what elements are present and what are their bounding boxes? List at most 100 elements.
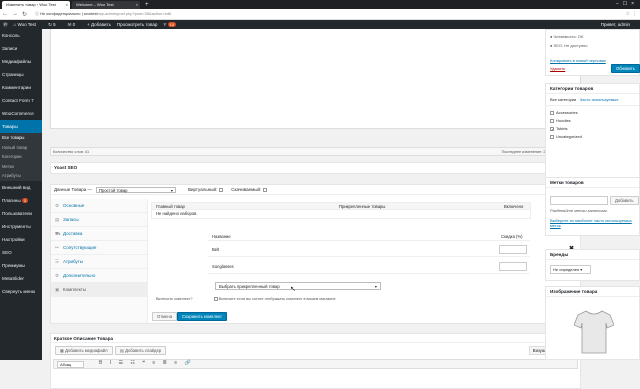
discount-input[interactable] [499, 262, 527, 271]
yoast-icon[interactable]: Y 10 [163, 22, 182, 27]
tab-popular-categories[interactable]: Часто используемые [580, 97, 619, 102]
sidebar-sub-attributes[interactable]: Атрибуты [0, 171, 42, 181]
account-greeting[interactable]: Привет, admin [601, 22, 630, 27]
url-field[interactable]: ⓘ Не конфиденциально | wootest/wp-admin/… [35, 11, 171, 17]
sidebar-item-pages[interactable]: Страницы [0, 68, 42, 81]
product-image-thumbnail[interactable] [574, 309, 614, 355]
back-icon[interactable]: ← [0, 11, 10, 17]
attach-product-select[interactable]: Выбрать прикрепленный товар ▾ [215, 282, 381, 290]
browser-tab-edit-product[interactable]: Изменить товар ‹ Woo Test × [2, 1, 70, 9]
virtual-label: Виртуальный: [188, 187, 218, 192]
truck-icon: ⛟ [55, 231, 61, 236]
category-label: Hoodies [556, 118, 571, 123]
sidebar-sub-tags[interactable]: Метки [0, 162, 42, 172]
seo-text: SEO: Не доступно [553, 43, 588, 48]
sidebar-item-woocommerce[interactable]: WooCommerce [0, 107, 42, 120]
sidebar-item-premium[interactable]: Премиумы [0, 259, 42, 272]
product-data-label: Данные Товара — [54, 187, 93, 192]
tab-label: Изменить товар ‹ Woo Test [6, 2, 56, 7]
sidebar-sub-new-product[interactable]: Новый товар [0, 143, 42, 153]
tab-all-categories[interactable]: Все категории [550, 97, 576, 102]
sidebar-collapse-menu[interactable]: Свернуть меню [0, 285, 42, 298]
wp-logo-icon[interactable]: Ⓦ [3, 22, 8, 28]
copy-draft-link[interactable]: Копировать в новый черновик [550, 58, 606, 63]
add-slider-button[interactable]: ▤ Добавить слайдер [115, 346, 167, 355]
sidebar-item-users[interactable]: Пользователи [0, 207, 42, 220]
formatting-icons[interactable]: B I ☰ ☷ ❝ ≡ ≣ ≡ 🔗 [99, 360, 194, 366]
product-type-select[interactable]: Простой товар ▾ [96, 186, 177, 193]
close-icon[interactable]: × [136, 1, 138, 9]
category-item[interactable]: ✓ Tshirts [546, 125, 639, 133]
word-count-bar: Количество слов: 41 Последнее изменение: … [50, 147, 581, 156]
discount-input[interactable] [499, 245, 527, 254]
sidebar-item-tools[interactable]: Инструменты [0, 220, 42, 233]
category-tabs: Все категории Часто используемые [546, 94, 639, 106]
tab-linked[interactable]: ⚯ Сопутствующие [51, 241, 147, 255]
bundle-items-header: Название Скидка (%) [208, 233, 530, 241]
category-item[interactable]: Accessories [546, 109, 639, 117]
browser-menu-icon[interactable]: ⋮ [632, 11, 637, 17]
yoast-seo-box[interactable]: Yoast SEO▲ [50, 162, 581, 174]
category-checkbox[interactable] [550, 118, 554, 123]
sidebar-item-dashboard[interactable]: Консоль [0, 29, 42, 42]
tab-advanced[interactable]: ⚙ Дополнительно [51, 269, 147, 283]
format-select[interactable]: Абзац [57, 361, 85, 368]
sidebar-item-contact-form[interactable]: Contact Form 7 [0, 94, 42, 107]
category-checkbox-checked[interactable]: ✓ [550, 126, 554, 131]
brand-select[interactable]: Не определен ▾ [550, 265, 592, 274]
forward-icon[interactable]: → [10, 11, 20, 17]
delete-link[interactable]: Удалить [550, 66, 565, 71]
updates-link[interactable]: ↻ 5 [48, 22, 62, 28]
comments-link[interactable]: ✉ 0 [68, 22, 82, 28]
add-tag-button[interactable]: Добавить [610, 196, 639, 205]
col-main-product: Главный товар [156, 204, 185, 209]
virtual-checkbox[interactable] [219, 187, 224, 192]
address-bar: ← → ↻ ⓘ Не конфиденциально | wootest/wp-… [0, 9, 640, 20]
sidebar-item-posts[interactable]: Записи [0, 42, 42, 55]
tab-bundles[interactable]: ▣ Комплекты [51, 283, 147, 297]
sidebar-item-comments[interactable]: Комментарии [0, 81, 42, 94]
new-tab-button[interactable]: + [142, 1, 152, 9]
popular-tags-link[interactable]: Выберите из наиболее часто используемых … [550, 218, 635, 228]
reload-icon[interactable]: ↻ [20, 11, 29, 18]
tab-shipping[interactable]: ⛟ Доставка [51, 227, 147, 241]
admin-sidebar: Консоль Записи Медиафайлы Страницы Комме… [0, 29, 42, 360]
enable-bundle-checkbox[interactable] [213, 297, 218, 301]
update-button[interactable]: Обновить [611, 64, 640, 73]
category-item[interactable]: Hoodies [546, 117, 639, 125]
tab-general[interactable]: ⚙ Основные [51, 199, 147, 213]
site-name-link[interactable]: ⌂ Woo Test [14, 22, 43, 27]
tags-hint: Разделяйте метки запятыми [550, 208, 608, 213]
category-label: Accessories [556, 110, 578, 115]
bookmark-star-icon[interactable]: ☆ [626, 11, 630, 17]
downloadable-checkbox[interactable] [263, 187, 268, 192]
close-icon[interactable]: × [66, 1, 68, 9]
content-editor-area[interactable] [50, 29, 581, 129]
save-bundle-button[interactable]: Сохранить комплект [177, 312, 227, 321]
sidebar-sub-categories[interactable]: Категории [0, 152, 42, 162]
tab-attributes[interactable]: ☰ Атрибуты [51, 255, 147, 269]
browser-tab-welcome[interactable]: Welcome – Woo Test × [72, 1, 140, 9]
sidebar-item-appearance[interactable]: Внешний вид [0, 181, 42, 194]
short-description-title: Краткое Описание Товара [54, 336, 114, 341]
plugins-badge: 1 [21, 197, 29, 203]
tag-input[interactable] [550, 196, 608, 205]
window-controls[interactable]: –☐× [616, 0, 638, 8]
view-product-link[interactable]: Просмотреть товар [117, 22, 157, 27]
cancel-button[interactable]: Отмена [152, 312, 178, 321]
tab-inventory[interactable]: ▤ Запасы [51, 213, 147, 227]
add-new-link[interactable]: + Добавить [87, 22, 111, 27]
sidebar-item-metaslider[interactable]: MetaSlider [0, 272, 42, 285]
category-checkbox[interactable] [550, 134, 554, 139]
product-type-value: Простой товар [99, 187, 128, 193]
sidebar-item-seo[interactable]: SEO [0, 246, 42, 259]
add-media-button[interactable]: ▦ Добавить медиафайл [55, 346, 113, 355]
category-item[interactable]: Uncategorized [546, 133, 639, 141]
sidebar-item-settings[interactable]: Настройки [0, 233, 42, 246]
sidebar-sub-all-products[interactable]: Все товары [0, 133, 42, 143]
sidebar-item-products[interactable]: Товары [0, 120, 42, 133]
sidebar-item-media[interactable]: Медиафайлы [0, 55, 42, 68]
sidebar-item-plugins[interactable]: Плагины 1 [0, 194, 42, 207]
attach-product-placeholder: Выбрать прикрепленный товар [219, 284, 280, 289]
category-checkbox[interactable] [550, 110, 554, 115]
